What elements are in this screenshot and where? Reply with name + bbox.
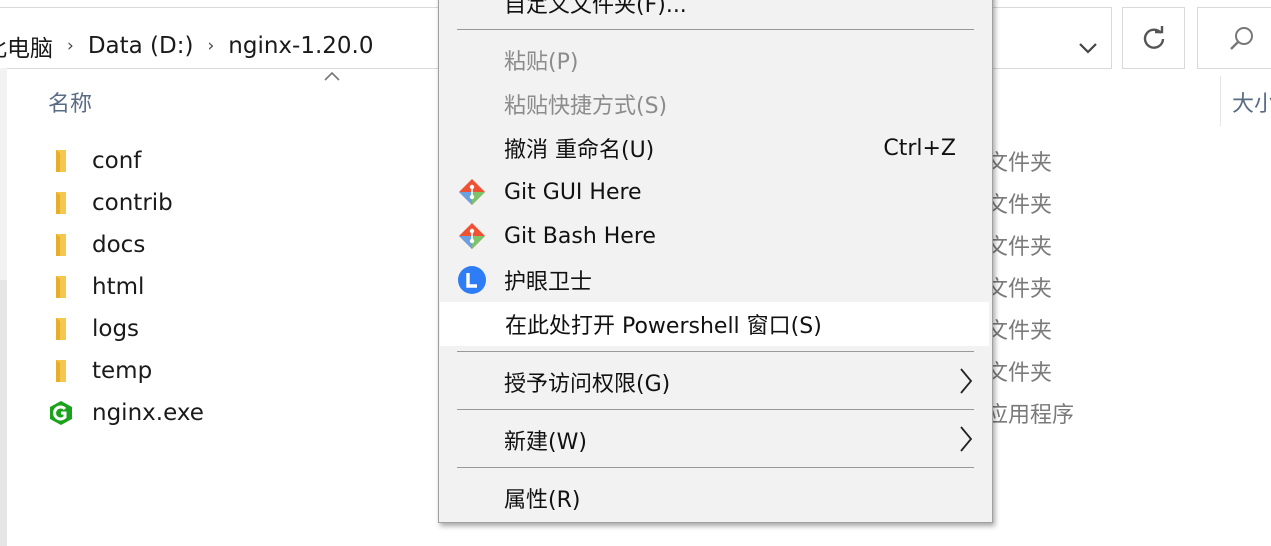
menu-item-label: 粘贴快捷方式(S) [504, 94, 668, 119]
menu-item-label: Git GUI Here [504, 179, 642, 205]
git-icon [459, 179, 485, 205]
scrollbar[interactable] [0, 68, 7, 546]
menu-item-open-powershell[interactable]: 在此处打开 Powershell 窗口(S) [440, 302, 989, 346]
menu-item-properties[interactable]: 属性(R) [439, 476, 992, 520]
list-item[interactable]: nginx.exe [48, 394, 428, 432]
git-icon [459, 223, 485, 249]
sort-ascending-icon [324, 71, 340, 81]
menu-separator [457, 409, 974, 410]
scrollbar-thumb[interactable] [0, 280, 7, 546]
file-type: 应用程序 [986, 403, 1075, 428]
breadcrumb-nginx-folder[interactable]: nginx-1.20.0 [228, 33, 373, 59]
search-box[interactable] [1197, 7, 1271, 69]
menu-item-paste-shortcut[interactable]: 粘贴快捷方式(S) [439, 82, 992, 126]
menu-item-label: 自定义文件夹(F)... [504, 0, 687, 18]
breadcrumb-separator[interactable]: › [67, 36, 74, 56]
menu-item-git-bash[interactable]: Git Bash Here [439, 214, 992, 258]
file-type: 文件夹 [986, 193, 1053, 218]
menu-item-git-gui[interactable]: Git GUI Here [439, 170, 992, 214]
folder-icon [56, 360, 66, 382]
refresh-button[interactable] [1122, 7, 1185, 69]
menu-item-label: 撤消 重命名(U) [504, 138, 655, 163]
menu-separator [457, 467, 974, 468]
menu-separator [457, 351, 974, 352]
file-type: 文件夹 [986, 319, 1053, 344]
list-item[interactable]: html [48, 268, 428, 306]
breadcrumb-this-pc[interactable]: 此电脑 [0, 29, 53, 63]
menu-item-grant-access[interactable]: 授予访问权限(G) [439, 360, 992, 404]
list-item[interactable]: temp [48, 352, 428, 390]
breadcrumb-data-drive[interactable]: Data (D:) [88, 33, 194, 59]
menu-item-label: 在此处打开 Powershell 窗口(S) [505, 314, 822, 339]
file-name[interactable]: conf [92, 148, 141, 174]
chevron-down-icon[interactable] [1068, 28, 1108, 68]
file-type: 文件夹 [986, 151, 1053, 176]
list-item[interactable]: logs [48, 310, 428, 348]
list-item[interactable]: contrib [48, 184, 428, 222]
menu-item-label: 护眼卫士 [504, 270, 593, 295]
menu-item-label: 新建(W) [504, 430, 587, 455]
menu-separator [457, 29, 974, 30]
folder-icon [56, 234, 66, 256]
menu-item-label: 粘贴(P) [504, 50, 579, 75]
file-type: 文件夹 [986, 277, 1053, 302]
breadcrumb: 此电脑 › Data (D:) › nginx-1.20.0 [0, 30, 373, 62]
chevron-right-icon [960, 368, 973, 394]
file-type: 文件夹 [986, 361, 1053, 386]
context-menu: 自定义文件夹(F)... 粘贴(P) 粘贴快捷方式(S) 撤消 重命名(U) C… [438, 0, 993, 523]
folder-icon [56, 276, 66, 298]
nginx-app-icon [50, 401, 72, 425]
breadcrumb-separator[interactable]: › [207, 36, 214, 56]
folder-icon [56, 150, 66, 172]
menu-item-label: Git Bash Here [504, 223, 656, 249]
file-type: 文件夹 [986, 235, 1053, 260]
folder-icon [56, 192, 66, 214]
file-name[interactable]: contrib [92, 190, 173, 216]
file-name[interactable]: html [92, 274, 144, 300]
list-item[interactable]: conf [48, 142, 428, 180]
file-name[interactable]: nginx.exe [92, 400, 204, 426]
file-name[interactable]: docs [92, 232, 145, 258]
menu-item-undo-rename[interactable]: 撤消 重命名(U) Ctrl+Z [439, 126, 992, 170]
menu-item-label: 属性(R) [504, 488, 581, 513]
file-name[interactable]: temp [92, 358, 152, 384]
menu-item-paste[interactable]: 粘贴(P) [439, 38, 992, 82]
menu-item-eye-guard[interactable]: 护眼卫士 [439, 258, 992, 302]
menu-item-customize-folder[interactable]: 自定义文件夹(F)... [439, 0, 992, 25]
column-header-size[interactable]: 大小 [1232, 86, 1271, 118]
search-icon [1230, 27, 1253, 50]
menu-item-label: 授予访问权限(G) [504, 372, 671, 397]
column-divider[interactable] [1220, 76, 1221, 126]
file-name[interactable]: logs [92, 316, 139, 342]
list-item[interactable]: docs [48, 226, 428, 264]
eye-guard-icon [458, 266, 486, 294]
menu-item-new[interactable]: 新建(W) [439, 418, 992, 462]
column-header-name[interactable]: 名称 [48, 86, 92, 118]
chevron-right-icon [960, 426, 973, 452]
menu-item-shortcut: Ctrl+Z [883, 135, 956, 161]
refresh-icon [1143, 26, 1164, 49]
folder-icon [56, 318, 66, 340]
